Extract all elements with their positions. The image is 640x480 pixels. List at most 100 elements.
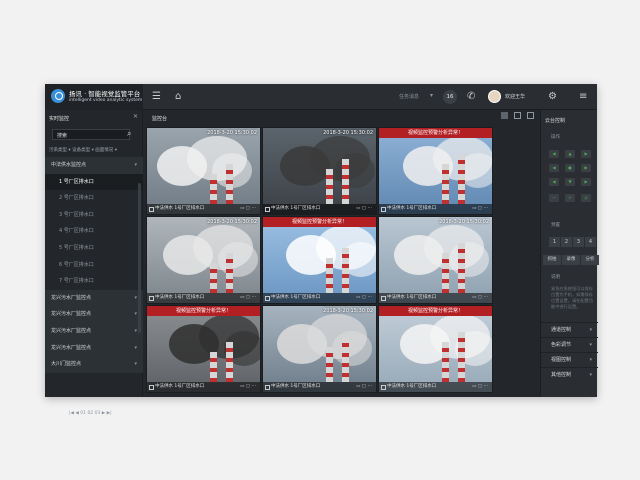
- search-icon[interactable]: ⌕: [127, 129, 131, 139]
- preset-4-button[interactable]: 4: [585, 237, 596, 247]
- cell-actions[interactable]: ▭ ▢ ⋯: [240, 382, 256, 392]
- filter-device-type[interactable]: 设备类型 ▾: [72, 148, 94, 153]
- analyze-button[interactable]: 分析: [581, 255, 599, 265]
- select-checkbox[interactable]: [265, 296, 270, 301]
- tree-item[interactable]: 1 号厂区排水口: [45, 173, 143, 191]
- preset-2-button[interactable]: 2: [561, 237, 572, 247]
- tree-item[interactable]: 4 号厂区排水口: [45, 223, 143, 240]
- video-caption-bar: 中法供水 1号厂区排水口 ▭ ▢ ⋯: [379, 293, 492, 303]
- home-icon[interactable]: ⌂: [175, 91, 181, 103]
- tree-item[interactable]: 7 号厂区排水口: [45, 273, 143, 290]
- select-checkbox[interactable]: [149, 385, 154, 390]
- select-checkbox[interactable]: [381, 385, 386, 390]
- tree-group[interactable]: 龙兴污水厂监控点 ▾: [45, 289, 143, 307]
- layout-3x3-icon[interactable]: [527, 112, 534, 119]
- layout-2x2-icon[interactable]: [514, 112, 521, 119]
- tree-group[interactable]: 龙兴污水厂监控点 ▾: [45, 322, 143, 340]
- select-checkbox[interactable]: [265, 385, 270, 390]
- video-caption-bar: 中法供水 1号厂区排水口 ▭ ▢ ⋯: [379, 204, 492, 214]
- cell-actions[interactable]: ▭ ▢ ⋯: [240, 293, 256, 303]
- select-checkbox[interactable]: [149, 296, 154, 301]
- welcome-text[interactable]: 欢迎王华: [505, 93, 525, 100]
- video-cell[interactable]: 视频监控预警分析异常！ 中法供水 1号厂区排水口 ▭ ▢ ⋯: [262, 216, 377, 304]
- logo[interactable]: 扬讯 · 智能视觉监管平台 intelligent video analytic…: [45, 84, 143, 110]
- zoom-in-button[interactable]: ＋: [565, 194, 575, 202]
- phone-icon[interactable]: ✆: [467, 91, 475, 103]
- tree-item[interactable]: 3 号厂区排水口: [45, 207, 143, 224]
- ptz-down-right-button[interactable]: ▶: [581, 178, 591, 186]
- ptz-center-button[interactable]: ●: [565, 164, 575, 172]
- section-other[interactable]: 其他控制 ▾: [541, 367, 598, 382]
- chevron-down-icon: ▾: [134, 162, 137, 168]
- chevron-down-icon[interactable]: ▾: [430, 92, 433, 99]
- ptz-down-button[interactable]: ▼: [565, 178, 575, 186]
- zoom-out-button[interactable]: －: [549, 194, 559, 202]
- video-cell[interactable]: 2018-3-20 15:30:02 中法供水 1号厂区排水口 ▭ ▢ ⋯: [146, 127, 261, 215]
- tree-item[interactable]: 6 号厂区排水口: [45, 257, 143, 274]
- ptz-up-left-button[interactable]: ◀: [549, 150, 559, 158]
- notification-badge[interactable]: 16: [443, 90, 457, 104]
- cell-actions[interactable]: ▭ ▢ ⋯: [472, 382, 488, 392]
- section-label: 其他控制: [551, 372, 572, 378]
- timestamp: 2018-3-20 15:30:02: [207, 219, 257, 225]
- cell-actions[interactable]: ▭ ▢ ⋯: [240, 204, 256, 214]
- tree-group[interactable]: 龙兴污水厂监控点 ▾: [45, 306, 143, 323]
- video-cell[interactable]: 2018-3-20 15:30:02 中法供水 1号厂区排水口 ▭ ▢ ⋯: [146, 216, 261, 304]
- ptz-up-button[interactable]: ▲: [565, 150, 575, 158]
- tree-group[interactable]: 中法供水监控点 ▾: [45, 157, 143, 174]
- scrollbar[interactable]: [138, 183, 141, 333]
- chimney: [442, 164, 449, 204]
- cell-actions[interactable]: ▭ ▢ ⋯: [356, 204, 372, 214]
- video-cell[interactable]: 视频监控预警分析异常！ 中法供水 1号厂区排水口 ▭ ▢ ⋯: [378, 305, 493, 393]
- list-menu-icon[interactable]: ≡: [579, 91, 587, 103]
- tree-item-label: 中法供水监控点: [51, 162, 87, 168]
- section-view[interactable]: 视图控制 ▾: [541, 352, 598, 367]
- smoke-plume: [332, 331, 372, 366]
- filter-pollution-type[interactable]: 污染类型 ▾: [49, 148, 71, 153]
- filter-bar[interactable]: 污染类型 ▾ 设备类型 ▾ 画面情况 ▾: [49, 147, 117, 153]
- close-icon[interactable]: ✕: [133, 113, 138, 120]
- section-color[interactable]: 色彩调节 ▾: [541, 337, 598, 352]
- video-cell[interactable]: 视频监控预警分析异常！ 中法供水 1号厂区排水口 ▭ ▢ ⋯: [146, 305, 261, 393]
- section-channel[interactable]: 通道控制 ▾: [541, 322, 598, 337]
- tree-group[interactable]: 龙兴污水厂监控点 ▾: [45, 339, 143, 357]
- video-cell[interactable]: 2018-3-20 15:30:02 中法供水 1号厂区排水口 ▭ ▢ ⋯: [262, 127, 377, 215]
- chimney: [342, 159, 349, 204]
- record-button[interactable]: 录像: [562, 255, 580, 265]
- cell-actions[interactable]: ▭ ▢ ⋯: [356, 293, 372, 303]
- ptz-up-right-button[interactable]: ▶: [581, 150, 591, 158]
- select-checkbox[interactable]: [265, 207, 270, 212]
- video-cell[interactable]: 2018-3-20 15:30:02 中法供水 1号厂区排水口 ▭ ▢ ⋯: [262, 305, 377, 393]
- ptz-right-button[interactable]: ▶: [581, 164, 591, 172]
- tree-group[interactable]: 大川门监控点 ▾: [45, 356, 143, 373]
- ptz-title: 云台控制: [545, 118, 566, 124]
- filter-picture-status[interactable]: 画面情况 ▾: [95, 148, 117, 153]
- ptz-down-left-button[interactable]: ◀: [549, 178, 559, 186]
- focus-button[interactable]: ◎: [581, 194, 591, 202]
- select-checkbox[interactable]: [381, 207, 386, 212]
- video-cell[interactable]: 2018-3-20 15:30:02 中法供水 1号厂区排水口 ▭ ▢ ⋯: [378, 216, 493, 304]
- snapshot-button[interactable]: 抓拍: [543, 255, 561, 265]
- settings-icon[interactable]: ⚙: [548, 91, 557, 103]
- cell-actions[interactable]: ▭ ▢ ⋯: [356, 382, 372, 392]
- tree-item-label: 龙兴污水厂监控点: [51, 327, 92, 334]
- pagination[interactable]: |◀ ◀ 01 02 03 ▶ ▶|: [69, 411, 112, 416]
- tree-item[interactable]: 5 号厂区排水口: [45, 240, 143, 257]
- tree-item-label: 龙兴污水厂监控点: [51, 344, 92, 351]
- select-checkbox[interactable]: [381, 296, 386, 301]
- avatar[interactable]: [488, 90, 501, 103]
- layout-1x1-icon[interactable]: [501, 112, 508, 119]
- search-input[interactable]: 搜索: [52, 129, 130, 140]
- video-caption-bar: 中法供水 1号厂区排水口 ▭ ▢ ⋯: [147, 204, 260, 214]
- cell-actions[interactable]: ▭ ▢ ⋯: [472, 293, 488, 303]
- video-cell[interactable]: 视频监控预警分析异常！ 中法供水 1号厂区排水口 ▭ ▢ ⋯: [378, 127, 493, 215]
- ptz-left-button[interactable]: ◀: [549, 164, 559, 172]
- tree-item[interactable]: 2 号厂区排水口: [45, 190, 143, 207]
- task-dropdown[interactable]: 任务消息: [399, 93, 419, 100]
- preset-3-button[interactable]: 3: [573, 237, 584, 247]
- preset-1-button[interactable]: 1: [549, 237, 560, 247]
- menu-icon[interactable]: ☰: [152, 91, 161, 103]
- top-header: 扬讯 · 智能视觉监管平台 intelligent video analytic…: [45, 84, 597, 110]
- cell-actions[interactable]: ▭ ▢ ⋯: [472, 204, 488, 214]
- select-checkbox[interactable]: [149, 207, 154, 212]
